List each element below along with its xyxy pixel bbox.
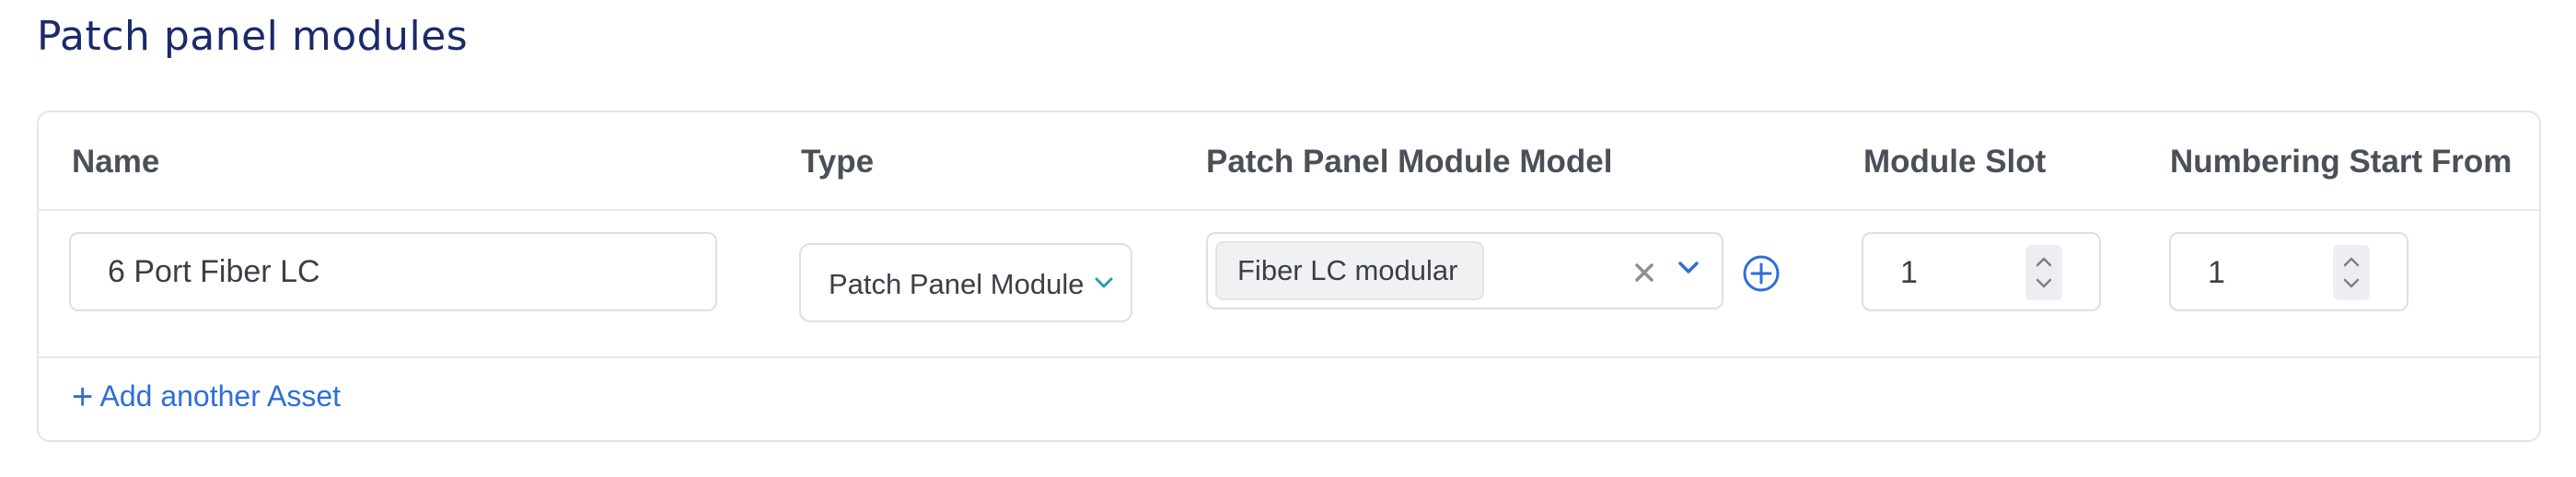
page-title: Patch panel modules	[37, 13, 469, 60]
plus-icon: +	[72, 377, 94, 417]
patch-panel-modules-table: Name Type Patch Panel Module Model Modul…	[37, 111, 2541, 442]
type-select-value: Patch Panel Module	[829, 268, 1085, 300]
module-slot-input[interactable]: 1	[1862, 232, 2101, 311]
numbering-start-input[interactable]: 1	[2169, 232, 2408, 311]
header-numbering-start: Numbering Start From	[2170, 144, 2512, 180]
type-select[interactable]: Patch Panel Module	[799, 243, 1132, 322]
plus-circle-icon[interactable]	[1742, 254, 1781, 293]
close-icon[interactable]	[1633, 262, 1655, 284]
module-slot-value: 1	[1900, 255, 1918, 290]
up-down-stepper-icon[interactable]	[2333, 245, 2370, 300]
add-another-asset-link[interactable]: + Add another Asset	[72, 378, 341, 415]
numbering-start-value: 1	[2208, 255, 2225, 290]
chevron-down-icon[interactable]	[1677, 260, 1700, 276]
chevron-down-icon	[1095, 277, 1113, 288]
stepper-arrows	[2343, 257, 2360, 288]
name-input[interactable]: 6 Port Fiber LC	[69, 232, 717, 311]
stepper-arrows	[2036, 257, 2052, 288]
header-module-slot: Module Slot	[1863, 144, 2047, 180]
header-type: Type	[801, 144, 875, 180]
model-chip: Fiber LC modular	[1215, 241, 1484, 300]
model-chip-label: Fiber LC modular	[1237, 254, 1458, 286]
name-input-value: 6 Port Fiber LC	[108, 254, 320, 289]
add-another-asset-label: Add another Asset	[99, 379, 341, 413]
row-divider	[39, 356, 2539, 358]
header-name: Name	[72, 144, 160, 180]
model-select[interactable]: Fiber LC modular	[1206, 232, 1723, 309]
header-divider	[39, 209, 2539, 211]
header-model: Patch Panel Module Model	[1206, 144, 1613, 180]
up-down-stepper-icon[interactable]	[2025, 245, 2062, 300]
